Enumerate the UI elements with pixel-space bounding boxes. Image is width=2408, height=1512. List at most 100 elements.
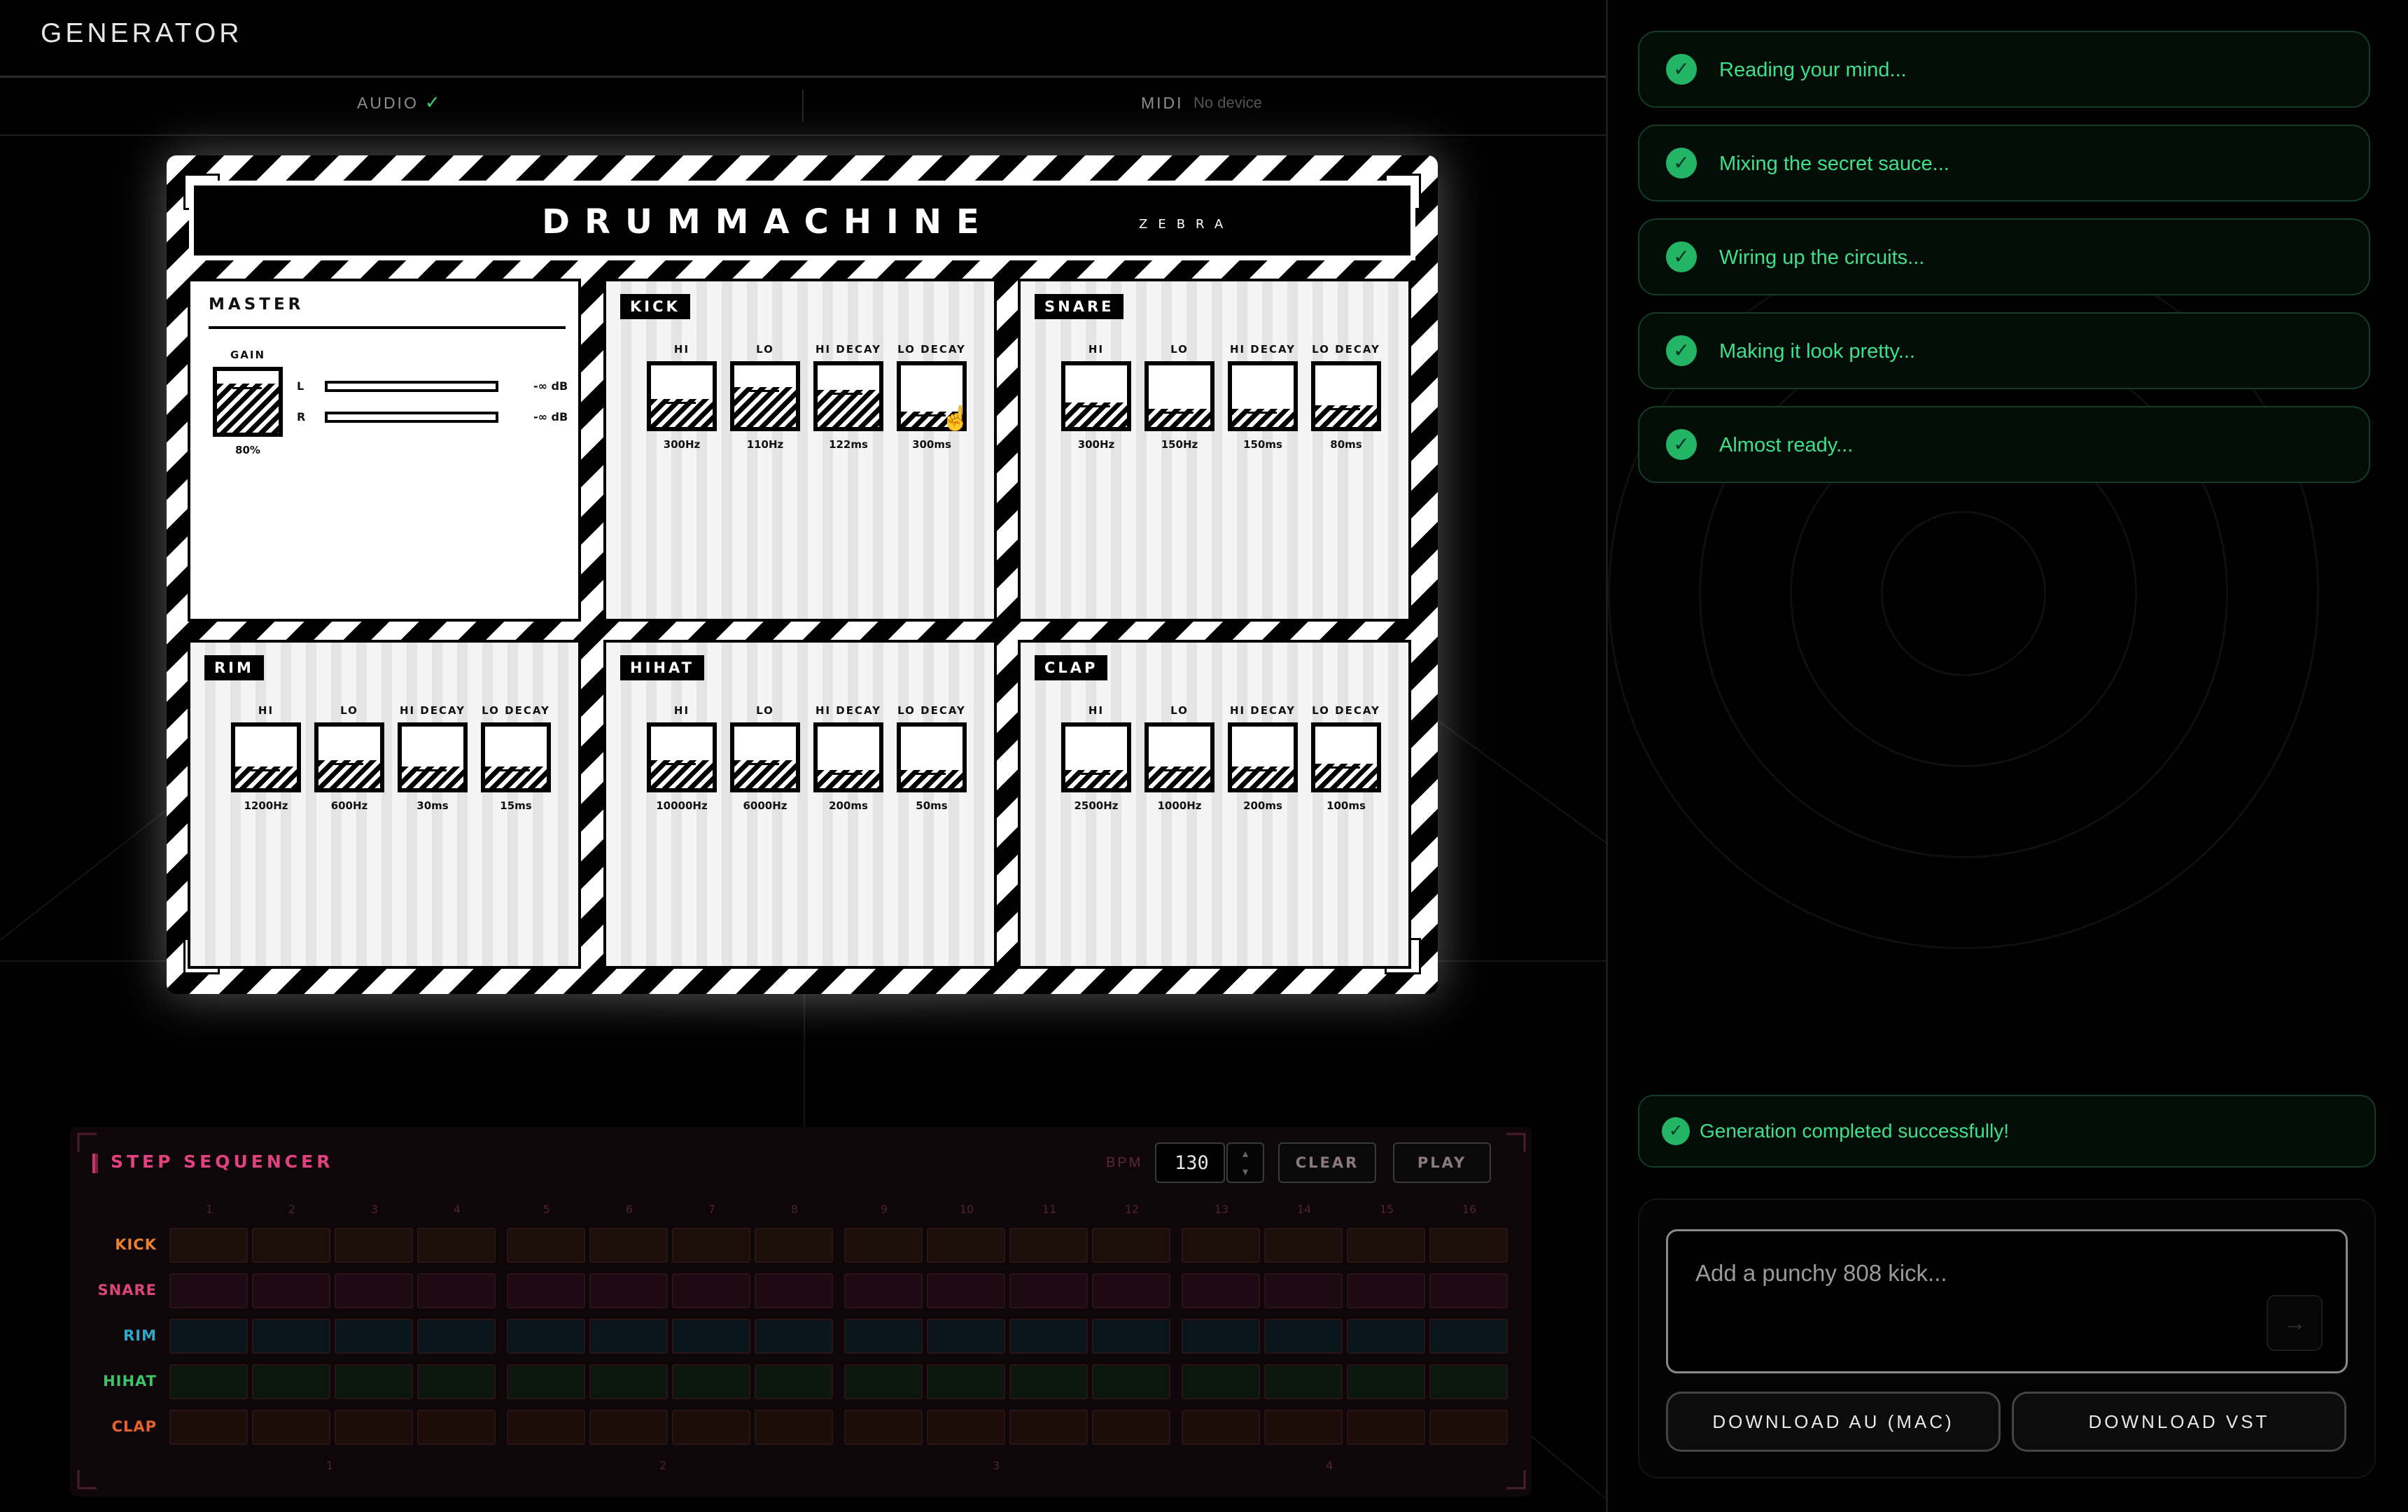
step-cell-snare[interactable] bbox=[507, 1273, 585, 1308]
step-cell-snare[interactable] bbox=[1182, 1273, 1260, 1308]
step-cell-snare[interactable] bbox=[1009, 1273, 1088, 1308]
knob[interactable] bbox=[813, 722, 883, 792]
step-cell-clap[interactable] bbox=[1092, 1410, 1170, 1445]
knob[interactable] bbox=[813, 361, 883, 431]
step-cell-kick[interactable] bbox=[252, 1228, 330, 1263]
knob[interactable] bbox=[1311, 722, 1381, 792]
step-cell-clap[interactable] bbox=[335, 1410, 413, 1445]
knob[interactable] bbox=[481, 722, 551, 792]
step-cell-clap[interactable] bbox=[927, 1410, 1005, 1445]
step-cell-clap[interactable] bbox=[844, 1410, 923, 1445]
knob[interactable] bbox=[1228, 361, 1298, 431]
step-cell-hihat[interactable] bbox=[1264, 1364, 1343, 1399]
step-cell-snare[interactable] bbox=[1264, 1273, 1343, 1308]
step-cell-clap[interactable] bbox=[252, 1410, 330, 1445]
chevron-up-icon[interactable]: ▴ bbox=[1228, 1147, 1263, 1161]
download-vst-button[interactable]: DOWNLOAD VST bbox=[2012, 1392, 2346, 1452]
knob[interactable] bbox=[647, 361, 717, 431]
step-cell-snare[interactable] bbox=[755, 1273, 833, 1308]
step-cell-rim[interactable] bbox=[1264, 1319, 1343, 1354]
step-cell-rim[interactable] bbox=[589, 1319, 668, 1354]
step-cell-kick[interactable] bbox=[1429, 1228, 1508, 1263]
step-cell-hihat[interactable] bbox=[672, 1364, 750, 1399]
step-cell-rim[interactable] bbox=[844, 1319, 923, 1354]
knob[interactable] bbox=[1061, 722, 1131, 792]
step-cell-snare[interactable] bbox=[672, 1273, 750, 1308]
step-cell-rim[interactable] bbox=[1009, 1319, 1088, 1354]
step-cell-hihat[interactable] bbox=[507, 1364, 585, 1399]
step-cell-clap[interactable] bbox=[589, 1410, 668, 1445]
knob[interactable] bbox=[730, 722, 800, 792]
download-au-button[interactable]: DOWNLOAD AU (MAC) bbox=[1666, 1392, 2001, 1452]
step-cell-kick[interactable] bbox=[335, 1228, 413, 1263]
step-cell-snare[interactable] bbox=[169, 1273, 248, 1308]
clear-button[interactable]: CLEAR bbox=[1278, 1142, 1376, 1183]
step-cell-kick[interactable] bbox=[1264, 1228, 1343, 1263]
knob[interactable] bbox=[1228, 722, 1298, 792]
step-cell-hihat[interactable] bbox=[755, 1364, 833, 1399]
step-cell-hihat[interactable] bbox=[589, 1364, 668, 1399]
step-cell-rim[interactable] bbox=[507, 1319, 585, 1354]
step-cell-snare[interactable] bbox=[252, 1273, 330, 1308]
step-cell-hihat[interactable] bbox=[1009, 1364, 1088, 1399]
step-cell-rim[interactable] bbox=[417, 1319, 496, 1354]
step-cell-rim[interactable] bbox=[335, 1319, 413, 1354]
knob[interactable] bbox=[647, 722, 717, 792]
step-cell-hihat[interactable] bbox=[1429, 1364, 1508, 1399]
step-cell-rim[interactable] bbox=[1182, 1319, 1260, 1354]
step-cell-snare[interactable] bbox=[927, 1273, 1005, 1308]
step-cell-hihat[interactable] bbox=[1182, 1364, 1260, 1399]
step-cell-hihat[interactable] bbox=[927, 1364, 1005, 1399]
step-cell-hihat[interactable] bbox=[252, 1364, 330, 1399]
step-cell-kick[interactable] bbox=[589, 1228, 668, 1263]
step-cell-hihat[interactable] bbox=[844, 1364, 923, 1399]
step-cell-clap[interactable] bbox=[755, 1410, 833, 1445]
step-cell-kick[interactable] bbox=[1009, 1228, 1088, 1263]
step-cell-clap[interactable] bbox=[1429, 1410, 1508, 1445]
step-cell-rim[interactable] bbox=[672, 1319, 750, 1354]
step-cell-snare[interactable] bbox=[844, 1273, 923, 1308]
step-cell-rim[interactable] bbox=[927, 1319, 1005, 1354]
step-cell-kick[interactable] bbox=[927, 1228, 1005, 1263]
step-cell-kick[interactable] bbox=[672, 1228, 750, 1263]
step-cell-rim[interactable] bbox=[169, 1319, 248, 1354]
step-cell-kick[interactable] bbox=[755, 1228, 833, 1263]
bpm-input[interactable]: 130 bbox=[1155, 1142, 1225, 1183]
step-cell-clap[interactable] bbox=[1264, 1410, 1343, 1445]
knob[interactable] bbox=[1061, 361, 1131, 431]
tab-audio[interactable]: AUDIO bbox=[357, 94, 419, 113]
step-cell-rim[interactable] bbox=[755, 1319, 833, 1354]
step-cell-kick[interactable] bbox=[844, 1228, 923, 1263]
bpm-stepper[interactable]: ▴ ▾ bbox=[1226, 1142, 1264, 1183]
step-cell-rim[interactable] bbox=[1092, 1319, 1170, 1354]
step-cell-clap[interactable] bbox=[1182, 1410, 1260, 1445]
step-cell-kick[interactable] bbox=[1092, 1228, 1170, 1263]
knob[interactable] bbox=[314, 722, 384, 792]
step-cell-rim[interactable] bbox=[1347, 1319, 1425, 1354]
step-cell-rim[interactable] bbox=[252, 1319, 330, 1354]
step-cell-clap[interactable] bbox=[417, 1410, 496, 1445]
step-cell-clap[interactable] bbox=[507, 1410, 585, 1445]
step-cell-clap[interactable] bbox=[1347, 1410, 1425, 1445]
knob[interactable] bbox=[1311, 361, 1381, 431]
prompt-input[interactable] bbox=[1666, 1229, 2348, 1373]
knob[interactable] bbox=[231, 722, 301, 792]
knob[interactable] bbox=[730, 361, 800, 431]
step-cell-kick[interactable] bbox=[1182, 1228, 1260, 1263]
tab-midi[interactable]: MIDI bbox=[1141, 94, 1184, 113]
step-cell-hihat[interactable] bbox=[1347, 1364, 1425, 1399]
step-cell-kick[interactable] bbox=[169, 1228, 248, 1263]
step-cell-kick[interactable] bbox=[417, 1228, 496, 1263]
step-cell-rim[interactable] bbox=[1429, 1319, 1508, 1354]
step-cell-kick[interactable] bbox=[507, 1228, 585, 1263]
step-cell-snare[interactable] bbox=[1429, 1273, 1508, 1308]
step-cell-hihat[interactable] bbox=[417, 1364, 496, 1399]
step-cell-clap[interactable] bbox=[1009, 1410, 1088, 1445]
play-button[interactable]: PLAY bbox=[1393, 1142, 1491, 1183]
knob[interactable] bbox=[1144, 361, 1214, 431]
send-button[interactable]: → bbox=[2267, 1295, 2323, 1351]
step-cell-clap[interactable] bbox=[169, 1410, 248, 1445]
chevron-down-icon[interactable]: ▾ bbox=[1228, 1165, 1263, 1179]
knob[interactable] bbox=[1144, 722, 1214, 792]
step-cell-clap[interactable] bbox=[672, 1410, 750, 1445]
